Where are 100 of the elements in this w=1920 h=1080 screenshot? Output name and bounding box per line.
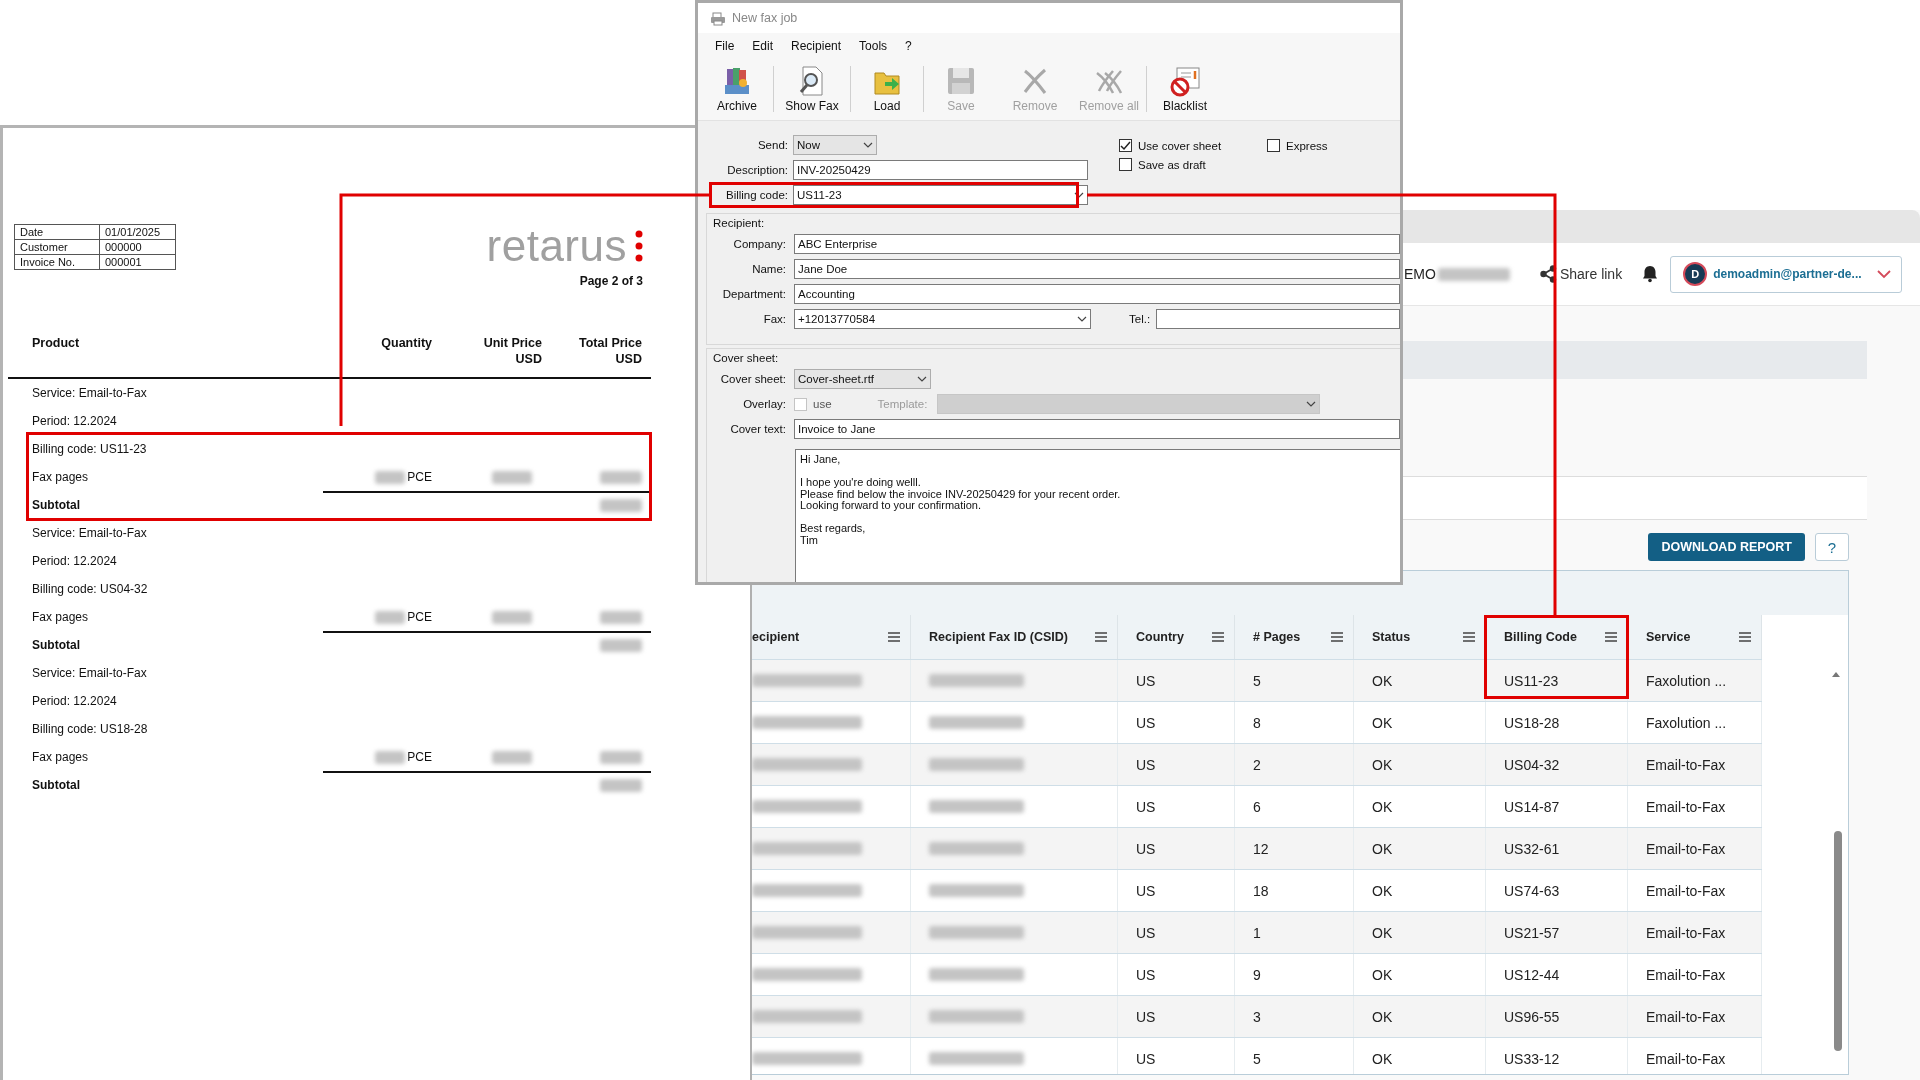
field-label: Department:: [721, 288, 787, 300]
checkbox-label: use: [813, 398, 832, 410]
toolbar-button[interactable]: Load: [851, 58, 923, 120]
cover-sheet-dropdown[interactable]: Cover-sheet.rtf: [794, 369, 931, 389]
table-cell: OK: [1354, 786, 1486, 827]
text-field[interactable]: Accounting: [794, 284, 1400, 304]
column-header[interactable]: Status: [1354, 615, 1486, 659]
table-cell: US12-44: [1486, 954, 1628, 995]
table-cell: 2: [1235, 744, 1354, 785]
table-cell: US: [1118, 744, 1235, 785]
line-item: Fax pages: [32, 610, 90, 624]
line-item: Period: 12.2024: [32, 554, 118, 568]
column-header[interactable]: Country: [1118, 615, 1235, 659]
field-label: Cover sheet:: [719, 373, 787, 385]
menu-item[interactable]: File: [706, 36, 744, 55]
table-cell: OK: [1354, 954, 1486, 995]
message-field[interactable]: Hi Jane, I hope you're doing welll. Please find below the invoice INV-20250429 for your recent order. Looking forward to your confirmation. Best regards, Tim: [795, 449, 1400, 582]
subtotal-label: Subtotal: [32, 638, 81, 652]
help-button[interactable]: ?: [1815, 533, 1849, 561]
table-cell: US: [1118, 660, 1235, 701]
menu-item[interactable]: ?: [896, 36, 921, 55]
line-item: Service: Email-to-Fax: [32, 386, 148, 400]
toolbar-button[interactable]: Show Fax: [774, 58, 850, 120]
table-cell: US11-23: [1486, 660, 1628, 701]
unit-label: PCE: [407, 470, 432, 484]
checkbox-label: Express: [1286, 139, 1328, 152]
column-header: Quantity: [380, 335, 432, 352]
table-cell: US21-57: [1486, 912, 1628, 953]
table-cell: US33-12: [1486, 1038, 1628, 1074]
table-cell: US: [1118, 1038, 1235, 1074]
table-cell: 01/01/2025: [99, 224, 176, 240]
line-item: Fax pages: [32, 470, 90, 484]
field-label: Tel.:: [1129, 313, 1151, 325]
field-label: Billing code:: [725, 189, 789, 201]
column-header: Product: [32, 335, 81, 352]
share-link[interactable]: Share link: [1539, 265, 1623, 283]
table-cell: Invoice No.: [14, 254, 100, 270]
table-cell: OK: [1354, 828, 1486, 869]
table-cell: 9: [1235, 954, 1354, 995]
column-header: Unit Price USD: [482, 335, 542, 368]
menu-item[interactable]: Edit: [743, 36, 783, 55]
logo-text: retarus: [486, 224, 627, 268]
table-cell: US: [1118, 828, 1235, 869]
toolbar-button[interactable]: Archive: [701, 58, 773, 120]
column-header[interactable]: Recipient Fax ID (CSID): [911, 615, 1118, 659]
window-title: New fax job: [732, 11, 798, 25]
text-field[interactable]: Jane Doe: [794, 259, 1400, 279]
column-header[interactable]: Service: [1628, 615, 1762, 659]
column-header: Total Price USD: [578, 335, 642, 368]
group-title: Cover sheet:: [712, 352, 780, 366]
toolbar-button[interactable]: Blacklist: [1147, 58, 1223, 120]
billing-code-dropdown[interactable]: US11-23: [793, 185, 1088, 205]
table-cell: US: [1118, 786, 1235, 827]
table-cell: US74-63: [1486, 870, 1628, 911]
checkbox-label: Save as draft: [1138, 158, 1206, 171]
table-cell: US14-87: [1486, 786, 1628, 827]
table-cell: US: [1118, 996, 1235, 1037]
field-label: Name:: [751, 263, 787, 275]
table-cell: 000001: [99, 254, 176, 270]
text-field[interactable]: ABC Enterprise: [794, 234, 1400, 254]
subtotal-label: Subtotal: [32, 778, 81, 792]
send-dropdown[interactable]: Now: [793, 135, 877, 155]
page-number: Page 2 of 3: [579, 274, 643, 288]
table-cell: OK: [1354, 702, 1486, 743]
table-cell: US: [1118, 870, 1235, 911]
field-label: Template:: [877, 398, 928, 410]
table-cell: Email-to-Fax: [1628, 996, 1762, 1037]
line-item: Billing code: US11-23: [32, 442, 148, 456]
column-header[interactable]: Billing Code: [1486, 615, 1628, 659]
line-item: Billing code: US04-32: [32, 582, 149, 596]
table-cell: US: [1118, 912, 1235, 953]
field-label: Cover text:: [729, 423, 787, 435]
field-label: Overlay:: [742, 398, 787, 410]
table-cell: Email-to-Fax: [1628, 744, 1762, 785]
table-cell: 1: [1235, 912, 1354, 953]
table-cell: 12: [1235, 828, 1354, 869]
cover-text-field[interactable]: Invoice to Jane: [794, 419, 1400, 439]
line-item: Billing code: US18-28: [32, 722, 149, 736]
user-menu[interactable]: D demoadmin@partner-de...: [1670, 255, 1903, 293]
column-header[interactable]: ecipient: [752, 615, 911, 659]
table-cell: OK: [1354, 1038, 1486, 1074]
table-cell: OK: [1354, 744, 1486, 785]
table-cell: 6: [1235, 786, 1354, 827]
description-field[interactable]: INV-20250429: [793, 160, 1088, 180]
download-report-button[interactable]: DOWNLOAD REPORT: [1648, 533, 1805, 561]
menu-item[interactable]: Recipient: [782, 36, 851, 55]
menu-item[interactable]: Tools: [850, 36, 897, 55]
table-cell: Email-to-Fax: [1628, 786, 1762, 827]
field-label: Company:: [732, 238, 787, 250]
table-cell: Email-to-Fax: [1628, 870, 1762, 911]
table-cell: Email-to-Fax: [1628, 912, 1762, 953]
table-cell: Faxolution ...: [1628, 702, 1762, 743]
table-cell: Date: [14, 224, 100, 240]
account-name: EMO: [1404, 266, 1436, 282]
table-cell: OK: [1354, 996, 1486, 1037]
table-cell: 5: [1235, 1038, 1354, 1074]
table-cell: 8: [1235, 702, 1354, 743]
fax-number-dropdown[interactable]: +12013770584: [794, 309, 1091, 329]
field-label: Fax:: [762, 313, 787, 325]
column-header[interactable]: # Pages: [1235, 615, 1354, 659]
